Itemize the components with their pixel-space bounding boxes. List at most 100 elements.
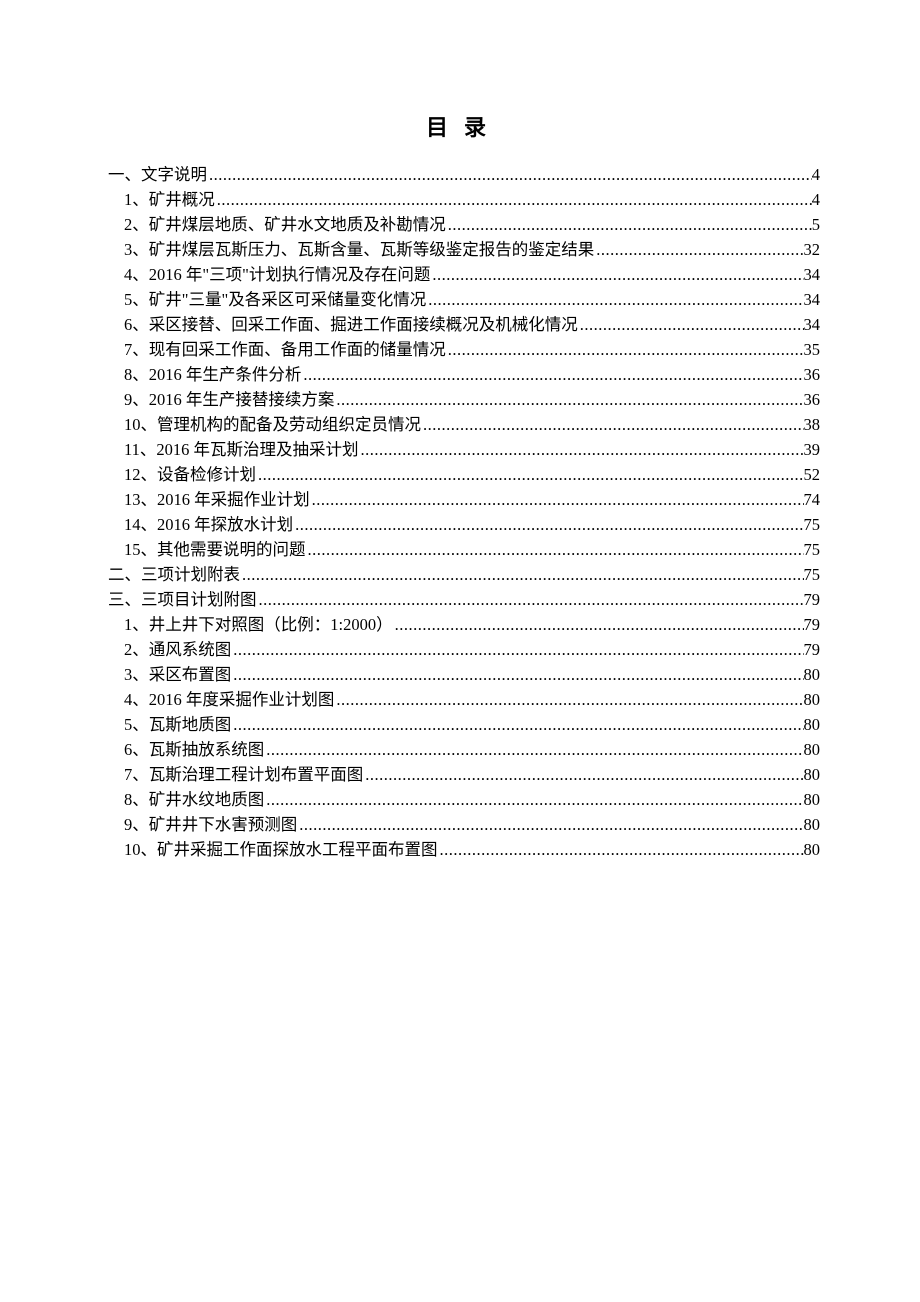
toc-row: 11、2016 年瓦斯治理及抽采计划 39 [124,437,820,462]
toc-row: 10、矿井采掘工作面探放水工程平面布置图 80 [124,837,820,862]
toc-row: 4、2016 年"三项"计划执行情况及存在问题 34 [124,262,820,287]
toc-leader-dots [421,412,804,437]
toc-label: 5、瓦斯地质图 [124,712,231,737]
toc-page-number: 34 [804,287,821,312]
toc-label: 5、矿井"三量"及各采区可采储量变化情况 [124,287,426,312]
toc-leader-dots [426,287,803,312]
toc-label: 6、采区接替、回采工作面、掘进工作面接续概况及机械化情况 [124,312,578,337]
toc-row: 12、设备检修计划 52 [124,462,820,487]
toc-page-number: 36 [804,362,821,387]
toc-page-number: 5 [812,212,820,237]
toc-row: 1、矿井概况 4 [124,187,820,212]
toc-row: 15、其他需要说明的问题 75 [124,537,820,562]
toc-leader-dots [446,337,804,362]
toc-page-number: 36 [804,387,821,412]
toc-page-number: 52 [804,462,821,487]
toc-leader-dots [257,587,804,612]
toc-label: 8、2016 年生产条件分析 [124,362,301,387]
toc-page-number: 75 [804,537,821,562]
toc-row: 13、2016 年采掘作业计划 74 [124,487,820,512]
toc-row: 5、矿井"三量"及各采区可采储量变化情况 34 [124,287,820,312]
toc-label: 7、现有回采工作面、备用工作面的储量情况 [124,337,446,362]
toc-page-number: 75 [804,512,821,537]
toc-label: 15、其他需要说明的问题 [124,537,306,562]
toc-page-number: 80 [804,662,821,687]
toc-label: 13、2016 年采掘作业计划 [124,487,310,512]
toc-leader-dots [310,487,804,512]
toc-label: 三、三项目计划附图 [108,587,257,612]
toc-label: 10、矿井采掘工作面探放水工程平面布置图 [124,837,438,862]
page-title: 目录 [108,110,820,142]
toc-leader-dots [438,837,804,862]
toc-label: 3、采区布置图 [124,662,231,687]
toc-label: 9、矿井井下水害预测图 [124,812,297,837]
toc-label: 3、矿井煤层瓦斯压力、瓦斯含量、瓦斯等级鉴定报告的鉴定结果 [124,237,594,262]
toc-row: 14、2016 年探放水计划 75 [124,512,820,537]
toc-row: 8、矿井水纹地质图 80 [124,787,820,812]
toc-label: 6、瓦斯抽放系统图 [124,737,264,762]
toc-label: 1、矿井概况 [124,187,215,212]
toc-label: 2、矿井煤层地质、矿井水文地质及补勘情况 [124,212,446,237]
toc-leader-dots [363,762,803,787]
toc-leader-dots [207,162,812,187]
toc-row: 三、三项目计划附图 79 [108,587,820,612]
toc-leader-dots [297,812,803,837]
toc-page-number: 38 [804,412,821,437]
toc-label: 9、2016 年生产接替接续方案 [124,387,334,412]
toc-page-number: 80 [804,712,821,737]
toc-row: 3、采区布置图 80 [124,662,820,687]
toc-row: 7、现有回采工作面、备用工作面的储量情况 35 [124,337,820,362]
toc-page-number: 80 [804,737,821,762]
toc-leader-dots [594,237,803,262]
toc-label: 4、2016 年"三项"计划执行情况及存在问题 [124,262,430,287]
toc-leader-dots [446,212,812,237]
toc-row: 2、矿井煤层地质、矿井水文地质及补勘情况 5 [124,212,820,237]
toc-leader-dots [256,462,804,487]
toc-page-number: 80 [804,762,821,787]
toc-row: 5、瓦斯地质图 80 [124,712,820,737]
toc-row: 8、2016 年生产条件分析 36 [124,362,820,387]
toc-leader-dots [293,512,803,537]
toc-page-number: 34 [804,312,821,337]
toc-page-number: 80 [804,687,821,712]
toc-label: 2、通风系统图 [124,637,231,662]
toc-row: 4、2016 年度采掘作业计划图 80 [124,687,820,712]
toc-page-number: 79 [804,587,821,612]
toc-row: 一、文字说明 4 [108,162,820,187]
toc-container: 一、文字说明 41、矿井概况 42、矿井煤层地质、矿井水文地质及补勘情况 53、… [108,162,820,862]
toc-leader-dots [264,787,803,812]
toc-page: 目录 一、文字说明 41、矿井概况 42、矿井煤层地质、矿井水文地质及补勘情况 … [0,0,920,862]
toc-page-number: 74 [804,487,821,512]
toc-page-number: 79 [804,637,821,662]
toc-label: 4、2016 年度采掘作业计划图 [124,687,334,712]
toc-page-number: 4 [812,162,820,187]
toc-label: 8、矿井水纹地质图 [124,787,264,812]
toc-label: 1、井上井下对照图（比例：1:2000） [124,612,393,637]
toc-page-number: 39 [804,437,821,462]
toc-row: 9、2016 年生产接替接续方案 36 [124,387,820,412]
toc-leader-dots [430,262,803,287]
toc-row: 2、通风系统图 79 [124,637,820,662]
toc-row: 1、井上井下对照图（比例：1:2000） 79 [124,612,820,637]
toc-row: 6、采区接替、回采工作面、掘进工作面接续概况及机械化情况 34 [124,312,820,337]
toc-page-number: 80 [804,787,821,812]
toc-page-number: 75 [804,562,821,587]
toc-page-number: 35 [804,337,821,362]
toc-row: 7、瓦斯治理工程计划布置平面图 80 [124,762,820,787]
toc-leader-dots [306,537,804,562]
toc-label: 12、设备检修计划 [124,462,256,487]
toc-row: 3、矿井煤层瓦斯压力、瓦斯含量、瓦斯等级鉴定报告的鉴定结果 32 [124,237,820,262]
toc-row: 二、三项计划附表 75 [108,562,820,587]
toc-row: 10、管理机构的配备及劳动组织定员情况 38 [124,412,820,437]
toc-page-number: 32 [804,237,821,262]
toc-label: 11、2016 年瓦斯治理及抽采计划 [124,437,359,462]
toc-leader-dots [301,362,803,387]
toc-leader-dots [359,437,804,462]
toc-row: 6、瓦斯抽放系统图 80 [124,737,820,762]
toc-leader-dots [231,662,803,687]
toc-label: 14、2016 年探放水计划 [124,512,293,537]
toc-leader-dots [334,687,803,712]
toc-page-number: 4 [812,187,820,212]
toc-page-number: 79 [804,612,821,637]
toc-leader-dots [264,737,803,762]
